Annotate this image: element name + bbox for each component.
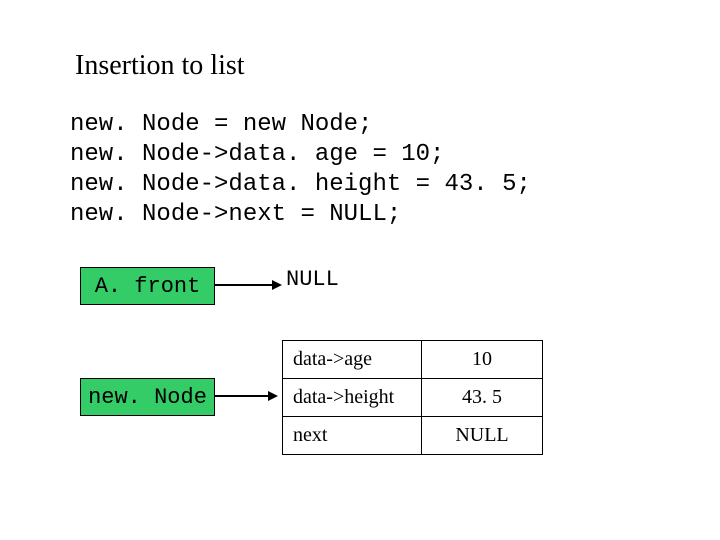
cell-val: 10	[422, 341, 543, 379]
arrow-newnode-line	[214, 395, 270, 397]
node-table: data->age 10 data->height 43. 5 next NUL…	[282, 340, 543, 455]
arrow-afront-line	[214, 284, 274, 286]
newnode-box: new. Node	[80, 378, 215, 416]
cell-key: next	[283, 417, 422, 455]
table-row: next NULL	[283, 417, 543, 455]
null-label: NULL	[286, 267, 339, 292]
table-row: data->age 10	[283, 341, 543, 379]
arrow-afront-head	[272, 280, 282, 290]
cell-val: NULL	[422, 417, 543, 455]
code-block: new. Node = new Node; new. Node->data. a…	[70, 110, 531, 230]
table-row: data->height 43. 5	[283, 379, 543, 417]
afront-box: A. front	[80, 267, 215, 305]
arrow-newnode-head	[268, 391, 278, 401]
code-line-4: new. Node->next = NULL;	[70, 201, 401, 228]
slide-title: Insertion to list	[75, 50, 245, 82]
code-line-3: new. Node->data. height = 43. 5;	[70, 171, 531, 198]
code-line-1: new. Node = new Node;	[70, 111, 372, 138]
cell-val: 43. 5	[422, 379, 543, 417]
code-line-2: new. Node->data. age = 10;	[70, 141, 444, 168]
cell-key: data->age	[283, 341, 422, 379]
cell-key: data->height	[283, 379, 422, 417]
